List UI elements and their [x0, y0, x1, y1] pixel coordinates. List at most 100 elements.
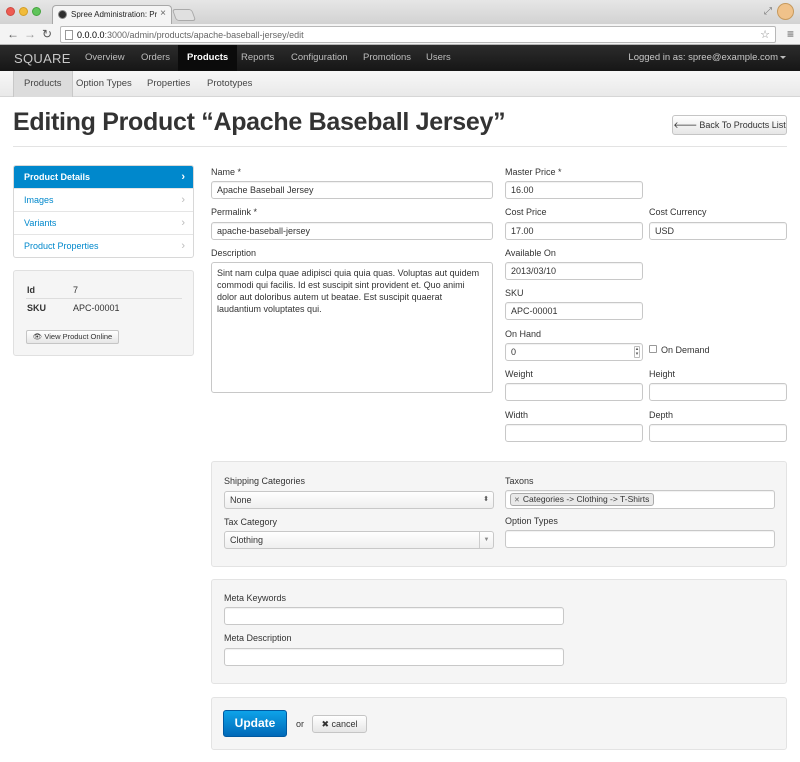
- title-divider: [13, 146, 787, 147]
- nav-overview[interactable]: Overview: [76, 45, 134, 71]
- meta-keywords-label: Meta Keywords: [224, 593, 287, 603]
- back-button-label: Back To Products List: [699, 120, 786, 130]
- fullscreen-icon[interactable]: ⤢: [764, 6, 772, 17]
- view-online-label: View Product Online: [44, 332, 113, 341]
- depth-input[interactable]: [649, 424, 787, 442]
- chevron-right-icon: ›: [181, 194, 185, 206]
- subnav-prototypes[interactable]: Prototypes: [197, 71, 262, 97]
- subnav-option-types[interactable]: Option Types: [66, 71, 142, 97]
- product-side-menu: Product Details › Images › Variants › Pr…: [13, 165, 194, 258]
- zoom-window-icon[interactable]: [32, 7, 41, 16]
- master-price-input[interactable]: 16.00: [505, 181, 643, 199]
- shipping-categories-value: None: [230, 495, 252, 505]
- nav-products[interactable]: Products: [178, 45, 238, 71]
- subnav-products[interactable]: Products: [13, 71, 73, 97]
- meta-description-label: Meta Description: [224, 633, 292, 643]
- sidebar-item-label: Product Details: [24, 172, 91, 182]
- browser-tab[interactable]: Spree Administration: Products ×: [52, 5, 172, 24]
- subnav-properties[interactable]: Properties: [137, 71, 200, 97]
- back-arrow-icon[interactable]: ←: [7, 27, 19, 41]
- bookmark-star-icon[interactable]: ☆: [760, 28, 770, 41]
- sidebar-item-label: Product Properties: [24, 241, 99, 251]
- on-hand-stepper[interactable]: 0 ▴ ▾: [505, 343, 643, 361]
- admin-top-nav: SQUARE Overview Orders Products Reports …: [0, 45, 800, 71]
- info-divider: [26, 298, 182, 299]
- on-hand-label: On Hand: [505, 329, 542, 339]
- width-input[interactable]: [505, 424, 643, 442]
- sku-label: SKU: [27, 303, 47, 313]
- view-product-online-button[interactable]: 👁 View Product Online: [26, 330, 119, 344]
- stepper-arrows-icon[interactable]: ▴ ▾: [634, 346, 640, 358]
- browser-tab-title: Spree Administration: Products: [71, 10, 157, 19]
- available-on-label: Available On: [505, 248, 556, 258]
- close-icon: ✖: [321, 719, 329, 729]
- url-text[interactable]: 0.0.0.0:3000/admin/products/apache-baseb…: [77, 30, 304, 40]
- sub-nav: Products Option Types Properties Prototy…: [0, 71, 800, 97]
- shipping-categories-label: Shipping Categories: [224, 476, 306, 486]
- permalink-input[interactable]: apache-baseball-jersey: [211, 222, 493, 240]
- logged-in-user[interactable]: Logged in as: spree@example.com: [628, 45, 778, 71]
- sidebar-item-label: Images: [24, 195, 54, 205]
- categories-panel: Shipping Categories None ⬍ Taxons ✕ Categ…: [211, 461, 787, 567]
- available-on-input[interactable]: 2013/03/10: [505, 262, 643, 280]
- nav-promotions[interactable]: Promotions: [354, 45, 420, 71]
- meta-keywords-input[interactable]: [224, 607, 564, 625]
- sidebar-item-variants[interactable]: Variants ›: [14, 212, 193, 235]
- on-demand-checkbox[interactable]: [649, 345, 657, 353]
- description-textarea[interactable]: Sint nam culpa quae adipisci quia quia q…: [211, 262, 493, 393]
- taxons-input[interactable]: ✕ Categories -> Clothing -> T-Shirts: [505, 490, 775, 509]
- sidebar-item-images[interactable]: Images ›: [14, 189, 193, 212]
- page-icon: [65, 30, 73, 40]
- option-types-input[interactable]: [505, 530, 775, 548]
- sidebar-item-product-properties[interactable]: Product Properties ›: [14, 235, 193, 257]
- taxons-label: Taxons: [505, 476, 534, 486]
- tax-category-select[interactable]: Clothing ▼: [224, 531, 494, 549]
- eye-icon: 👁: [32, 332, 43, 341]
- name-label: Name *: [211, 167, 242, 177]
- cost-currency-input[interactable]: USD: [649, 222, 787, 240]
- meta-description-input[interactable]: [224, 648, 564, 666]
- brand-logo[interactable]: SQUARE: [14, 51, 71, 66]
- cancel-button[interactable]: ✖ cancel: [312, 715, 367, 733]
- minimize-window-icon[interactable]: [19, 7, 28, 16]
- weight-label: Weight: [505, 369, 533, 379]
- id-value: 7: [73, 285, 79, 295]
- nav-configuration[interactable]: Configuration: [282, 45, 357, 71]
- sku-field-label: SKU: [505, 288, 524, 298]
- name-input[interactable]: Apache Baseball Jersey: [211, 181, 493, 199]
- forward-arrow-icon[interactable]: →: [24, 27, 36, 41]
- close-window-icon[interactable]: [6, 7, 15, 16]
- page-title: Editing Product “Apache Baseball Jersey”: [13, 108, 506, 136]
- address-bar[interactable]: 0.0.0.0:3000/admin/products/apache-baseb…: [60, 26, 776, 43]
- depth-label: Depth: [649, 410, 674, 420]
- taxon-token[interactable]: ✕ Categories -> Clothing -> T-Shirts: [510, 493, 655, 506]
- height-input[interactable]: [649, 383, 787, 401]
- shipping-categories-select[interactable]: None ⬍: [224, 491, 494, 509]
- sidebar-item-product-details[interactable]: Product Details ›: [14, 166, 193, 189]
- arrow-left-icon: 🡐: [673, 120, 698, 130]
- remove-token-icon[interactable]: ✕: [514, 497, 520, 504]
- sku-input[interactable]: APC-00001: [505, 302, 643, 320]
- master-price-label: Master Price *: [505, 167, 562, 177]
- nav-users[interactable]: Users: [417, 45, 460, 71]
- nav-reports[interactable]: Reports: [232, 45, 283, 71]
- sku-value: APC-00001: [73, 303, 120, 313]
- browser-menu-icon[interactable]: ≡: [787, 27, 794, 41]
- new-tab-button[interactable]: [171, 9, 197, 21]
- update-button[interactable]: Update: [223, 710, 287, 737]
- browser-tab-bar: Spree Administration: Products × ⤢: [0, 0, 800, 24]
- meta-panel: Meta Keywords Meta Description: [211, 579, 787, 684]
- tax-category-value: Clothing: [230, 535, 264, 545]
- or-text: or: [296, 719, 305, 729]
- option-types-label: Option Types: [505, 516, 558, 526]
- width-label: Width: [505, 410, 529, 420]
- reload-icon[interactable]: ↻: [42, 27, 52, 41]
- nav-orders[interactable]: Orders: [132, 45, 179, 71]
- cost-currency-label: Cost Currency: [649, 207, 707, 217]
- caret-down-icon[interactable]: [780, 56, 786, 59]
- back-to-products-button[interactable]: 🡐 Back To Products List: [672, 115, 787, 135]
- profile-avatar-icon[interactable]: [777, 3, 794, 20]
- weight-input[interactable]: [505, 383, 643, 401]
- cost-price-input[interactable]: 17.00: [505, 222, 643, 240]
- close-tab-icon[interactable]: ×: [160, 8, 166, 19]
